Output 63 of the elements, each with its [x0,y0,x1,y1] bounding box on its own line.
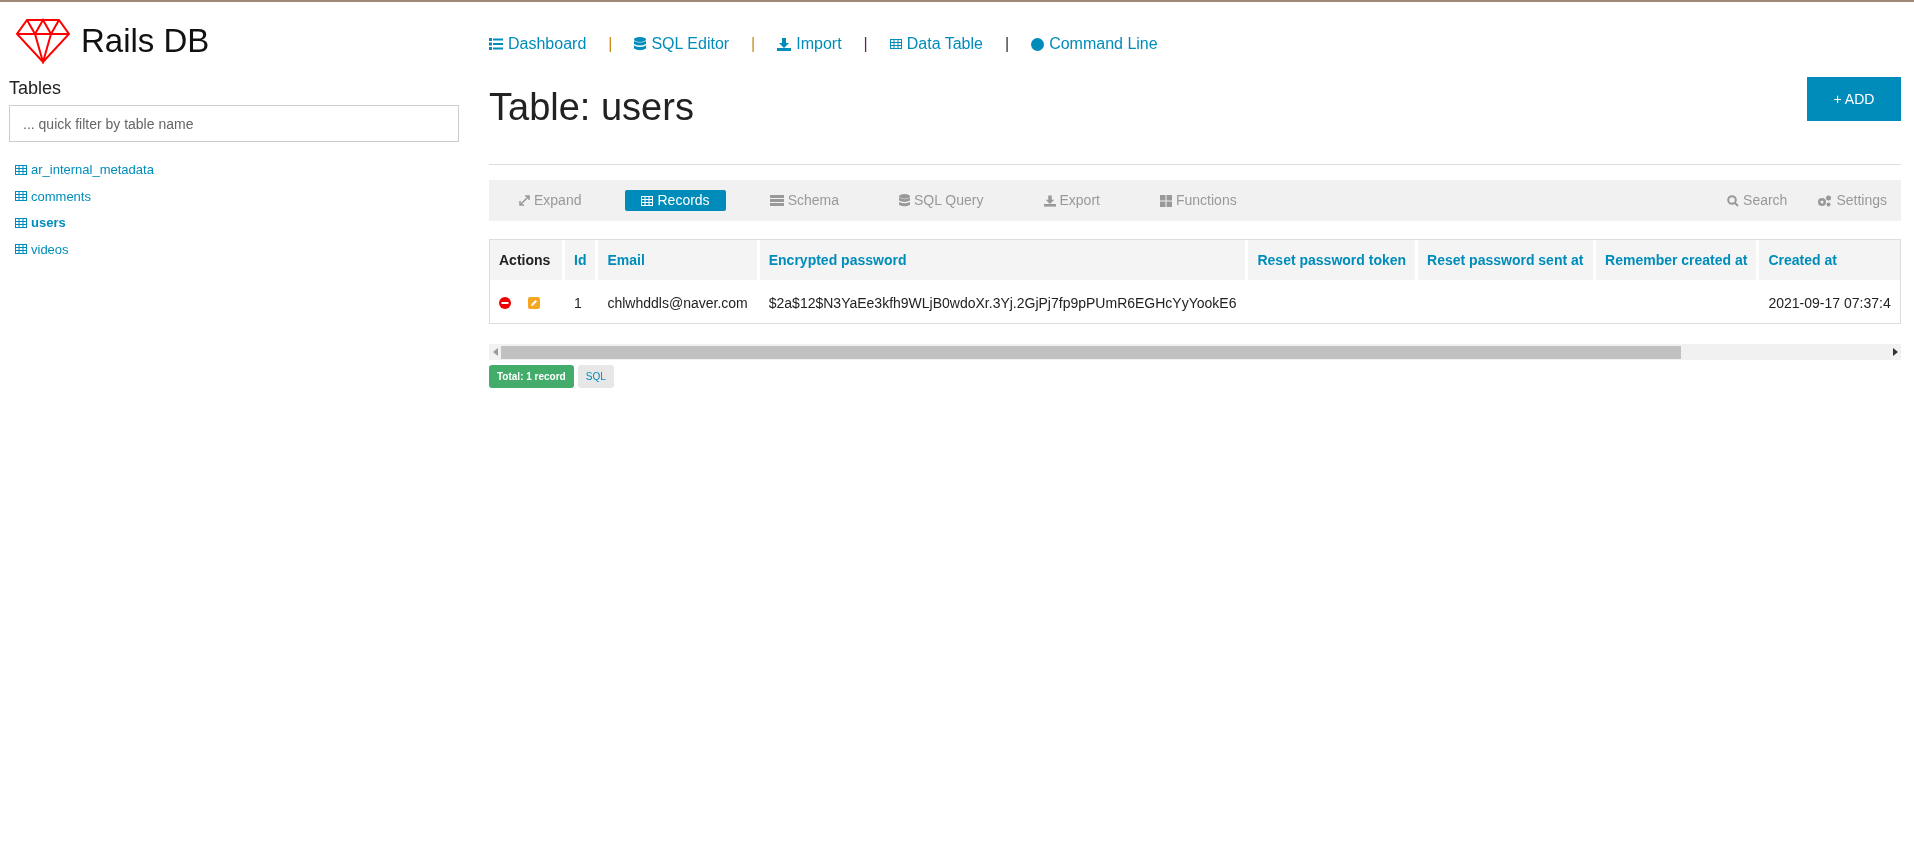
table-icon [889,39,902,49]
toolbar-tab[interactable]: Export [1027,190,1116,211]
table-cell-text: 2021-09-17 07:37:4 [1767,293,1892,313]
column-header[interactable]: Created at [1759,240,1900,280]
nav-link[interactable]: Data Table [889,32,983,56]
gem-logo-icon [15,18,71,64]
database-icon [634,37,647,51]
tiles-icon [1159,194,1172,207]
column-header[interactable]: Reset password sent at [1418,240,1594,280]
table-icon [15,164,27,175]
toolbar-tab[interactable]: Expand [503,190,598,211]
scroll-right-arrow-icon[interactable] [1892,348,1898,356]
column-header[interactable]: Reset password token [1248,240,1416,280]
column-header: Actions [490,240,562,280]
rows-icon [769,195,784,206]
table-cell-text: chlwhddls@naver.com [606,293,749,313]
download-icon [1043,194,1056,207]
toolbar-button[interactable]: Search [1727,190,1788,211]
sidebar-heading: Tables [9,77,63,100]
download-icon [777,37,792,51]
filter-field[interactable]: ... quick filter by table name [9,105,459,142]
circle-icon [1031,37,1045,51]
table-icon [15,191,27,202]
database-icon [899,194,910,207]
table-link[interactable]: videos [31,239,69,259]
delete-icon[interactable] [499,297,511,309]
toolbar-tab[interactable]: Records [625,190,726,211]
app-title: Rails DB [81,21,210,62]
table-icon [641,195,654,206]
table-cell-text: 1 [573,293,583,313]
table-link[interactable]: users [31,213,66,233]
nav-separator: | [863,34,868,54]
list-icon [489,38,503,50]
nav-separator: | [608,34,613,54]
table-icon [15,244,27,255]
column-header[interactable]: Email [598,240,757,280]
horizontal-scrollbar[interactable] [489,344,1901,360]
nav-link[interactable]: Command Line [1031,32,1158,56]
nav-separator: | [751,34,756,54]
toolbar-button[interactable]: Settings [1817,190,1887,211]
table-link[interactable]: comments [31,186,91,206]
table-link[interactable]: ar_internal_metadata [31,160,154,180]
nav-separator: | [1004,34,1010,54]
table-icon [15,217,27,228]
toolbar-tab[interactable]: Schema [753,190,855,211]
toolbar-tab[interactable]: Functions [1143,190,1253,211]
gears-icon [1817,194,1833,207]
nav-link[interactable]: Import [777,32,842,56]
column-header[interactable]: Encrypted password [759,240,1246,280]
scroll-left-arrow-icon[interactable] [492,348,498,356]
nav-link[interactable]: Dashboard [489,32,587,56]
expand-icon [519,195,530,206]
add-button[interactable]: + ADD [1807,77,1901,121]
sql-badge[interactable]: SQL [577,365,614,388]
page-title: Table: users [489,85,694,130]
search-icon [1727,194,1740,207]
column-header[interactable]: Remember created at [1596,240,1757,280]
edit-icon[interactable] [528,297,540,309]
toolbar-tab[interactable]: SQL Query [883,190,1000,211]
record-count-badge: Total: 1 record [489,365,574,388]
column-header[interactable]: Id [565,240,596,280]
table-cell-text: $2a$12$N3YaEe3kfh9WLjB0wdoXr.3Yj.2GjPj7fp9pPUmR6EGHcYyYookE6 [767,293,1238,313]
nav-link[interactable]: SQL Editor [634,32,730,56]
